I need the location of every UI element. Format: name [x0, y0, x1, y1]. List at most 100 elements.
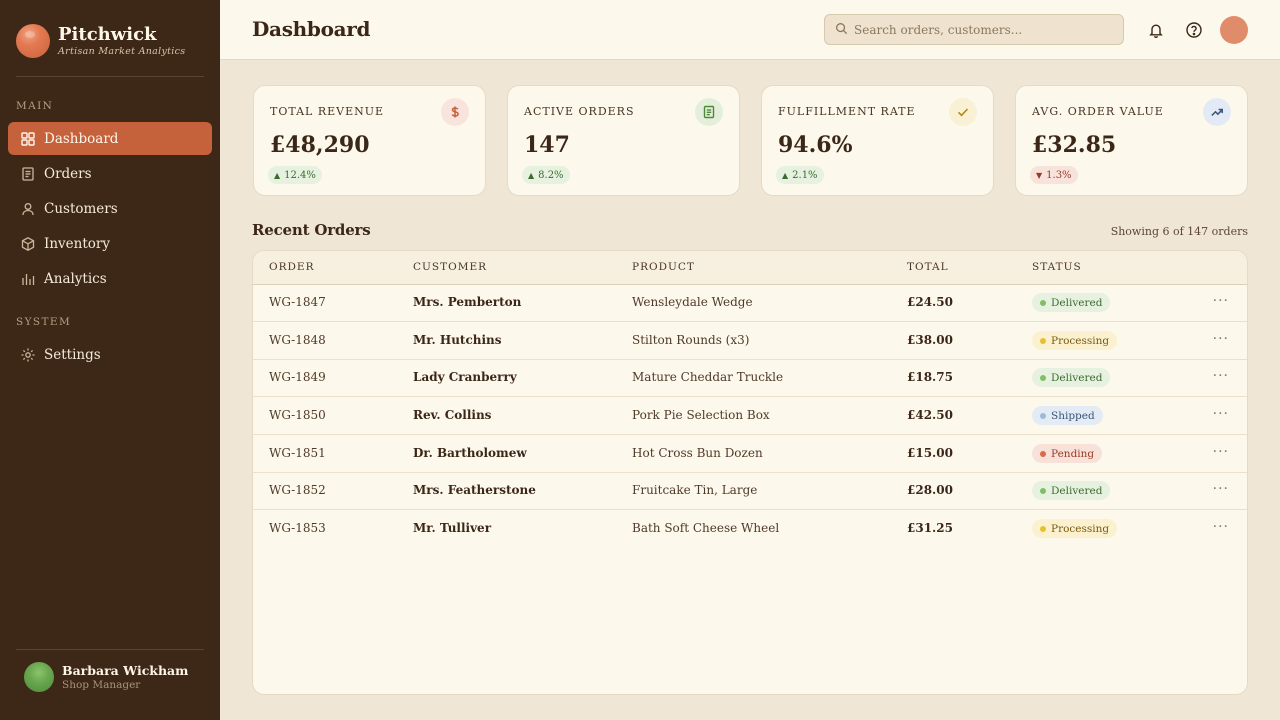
- table-row[interactable]: WG-1850 Rev. Collins Pork Pie Selection …: [253, 397, 1247, 435]
- help-icon[interactable]: [1185, 21, 1203, 39]
- column-header-customer[interactable]: CUSTOMER: [413, 261, 487, 273]
- order-id[interactable]: WG-1848: [269, 333, 326, 347]
- order-id[interactable]: WG-1853: [269, 521, 326, 535]
- order-id[interactable]: WG-1851: [269, 446, 326, 460]
- section-title: Recent Orders: [252, 221, 371, 239]
- trend-up-icon: [1203, 98, 1231, 126]
- status-badge: Shipped: [1032, 406, 1103, 425]
- sidebar-item-label: Inventory: [44, 235, 110, 252]
- product-name: Wensleydale Wedge: [632, 295, 753, 309]
- page-title: Dashboard: [252, 17, 371, 41]
- order-total: £38.00: [907, 333, 953, 347]
- kpi-card-avg-order-value: AVG. ORDER VALUE £32.85 ▼ 1.3%: [1015, 85, 1248, 196]
- sidebar-divider: [16, 649, 204, 650]
- table-row[interactable]: WG-1847 Mrs. Pemberton Wensleydale Wedge…: [253, 284, 1247, 322]
- document-icon: [695, 98, 723, 126]
- more-actions-icon[interactable]: ···: [1213, 481, 1229, 497]
- sidebar-section-main: MAIN: [16, 100, 54, 112]
- sidebar-section-system: SYSTEM: [16, 316, 72, 328]
- order-total: £18.75: [907, 370, 953, 384]
- table-row[interactable]: WG-1848 Mr. Hutchins Stilton Rounds (x3)…: [253, 322, 1247, 360]
- user-icon: [20, 201, 36, 217]
- box-icon: [20, 236, 36, 252]
- brand[interactable]: Pitchwick Artisan Market Analytics: [16, 24, 185, 58]
- trend-badge: ▲ 12.4%: [268, 166, 322, 184]
- bell-icon[interactable]: [1147, 21, 1165, 39]
- card-value: £48,290: [270, 132, 370, 158]
- card-label: ACTIVE ORDERS: [524, 105, 635, 118]
- brand-name: Pitchwick: [58, 24, 157, 45]
- sidebar-item-label: Settings: [44, 346, 101, 363]
- more-actions-icon[interactable]: ···: [1213, 293, 1229, 309]
- sidebar-item-customers[interactable]: Customers: [8, 192, 212, 225]
- customer-name: Dr. Bartholomew: [413, 446, 527, 460]
- header-avatar[interactable]: [1220, 16, 1248, 44]
- card-value: £32.85: [1032, 132, 1117, 158]
- sidebar-item-inventory[interactable]: Inventory: [8, 227, 212, 260]
- sidebar-item-label: Orders: [44, 165, 92, 182]
- trend-badge: ▼ 1.3%: [1030, 166, 1078, 184]
- orders-table: ORDER CUSTOMER PRODUCT TOTAL STATUS WG-1…: [252, 250, 1248, 695]
- sidebar-item-orders[interactable]: Orders: [8, 157, 212, 190]
- brand-logo: [16, 24, 50, 58]
- card-label: AVG. ORDER VALUE: [1032, 105, 1164, 118]
- customer-name: Mr. Hutchins: [413, 333, 502, 347]
- status-badge: Delivered: [1032, 481, 1111, 500]
- status-badge: Delivered: [1032, 368, 1111, 387]
- column-header-product[interactable]: PRODUCT: [632, 261, 695, 273]
- order-id[interactable]: WG-1847: [269, 295, 326, 309]
- sidebar-item-label: Analytics: [44, 270, 107, 287]
- more-actions-icon[interactable]: ···: [1213, 368, 1229, 384]
- arrow-up-icon: ▲: [528, 170, 535, 180]
- card-label: TOTAL REVENUE: [270, 105, 385, 118]
- avatar: [24, 662, 54, 692]
- card-label: FULFILLMENT RATE: [778, 105, 916, 118]
- dollar-icon: [441, 98, 469, 126]
- table-row[interactable]: WG-1853 Mr. Tulliver Bath Soft Cheese Wh…: [253, 510, 1247, 548]
- table-row[interactable]: WG-1849 Lady Cranberry Mature Cheddar Tr…: [253, 359, 1247, 397]
- card-value: 147: [524, 132, 570, 158]
- column-header-status[interactable]: STATUS: [1032, 261, 1082, 273]
- order-id[interactable]: WG-1852: [269, 483, 326, 497]
- user-profile[interactable]: Barbara Wickham Shop Manager: [24, 662, 188, 692]
- more-actions-icon[interactable]: ···: [1213, 519, 1229, 535]
- search-box[interactable]: [824, 14, 1124, 45]
- column-header-total[interactable]: TOTAL: [907, 261, 949, 273]
- kpi-card-active-orders: ACTIVE ORDERS 147 ▲ 8.2%: [507, 85, 740, 196]
- user-name: Barbara Wickham: [62, 663, 189, 678]
- table-row[interactable]: WG-1852 Mrs. Featherstone Fruitcake Tin,…: [253, 472, 1247, 510]
- sidebar-item-dashboard[interactable]: Dashboard: [8, 122, 212, 155]
- sidebar-item-label: Dashboard: [44, 130, 119, 147]
- trend-badge: ▲ 2.1%: [776, 166, 824, 184]
- check-icon: [949, 98, 977, 126]
- order-id[interactable]: WG-1849: [269, 370, 326, 384]
- more-actions-icon[interactable]: ···: [1213, 331, 1229, 347]
- sidebar-item-analytics[interactable]: Analytics: [8, 262, 212, 295]
- receipt-icon: [20, 166, 36, 182]
- bar-chart-icon: [20, 271, 36, 287]
- more-actions-icon[interactable]: ···: [1213, 444, 1229, 460]
- sidebar: Pitchwick Artisan Market Analytics MAIN …: [0, 0, 220, 720]
- customer-name: Lady Cranberry: [413, 370, 517, 384]
- column-header-order[interactable]: ORDER: [269, 261, 315, 273]
- customer-name: Mr. Tulliver: [413, 521, 492, 535]
- table-row[interactable]: WG-1851 Dr. Bartholomew Hot Cross Bun Do…: [253, 435, 1247, 473]
- sidebar-divider: [16, 76, 204, 77]
- customer-name: Rev. Collins: [413, 408, 492, 422]
- arrow-up-icon: ▲: [782, 170, 789, 180]
- arrow-up-icon: ▲: [274, 170, 281, 180]
- order-total: £42.50: [907, 408, 953, 422]
- top-header: Dashboard: [220, 0, 1280, 60]
- gear-icon: [20, 347, 36, 363]
- grid-icon: [20, 131, 36, 147]
- status-badge: Pending: [1032, 444, 1103, 463]
- sidebar-item-settings[interactable]: Settings: [8, 338, 212, 371]
- sidebar-item-label: Customers: [44, 200, 118, 217]
- search-input[interactable]: [854, 22, 1114, 37]
- product-name: Stilton Rounds (x3): [632, 333, 750, 347]
- product-name: Pork Pie Selection Box: [632, 408, 770, 422]
- more-actions-icon[interactable]: ···: [1213, 406, 1229, 422]
- product-name: Mature Cheddar Truckle: [632, 370, 784, 384]
- search-icon: [835, 20, 848, 39]
- order-id[interactable]: WG-1850: [269, 408, 326, 422]
